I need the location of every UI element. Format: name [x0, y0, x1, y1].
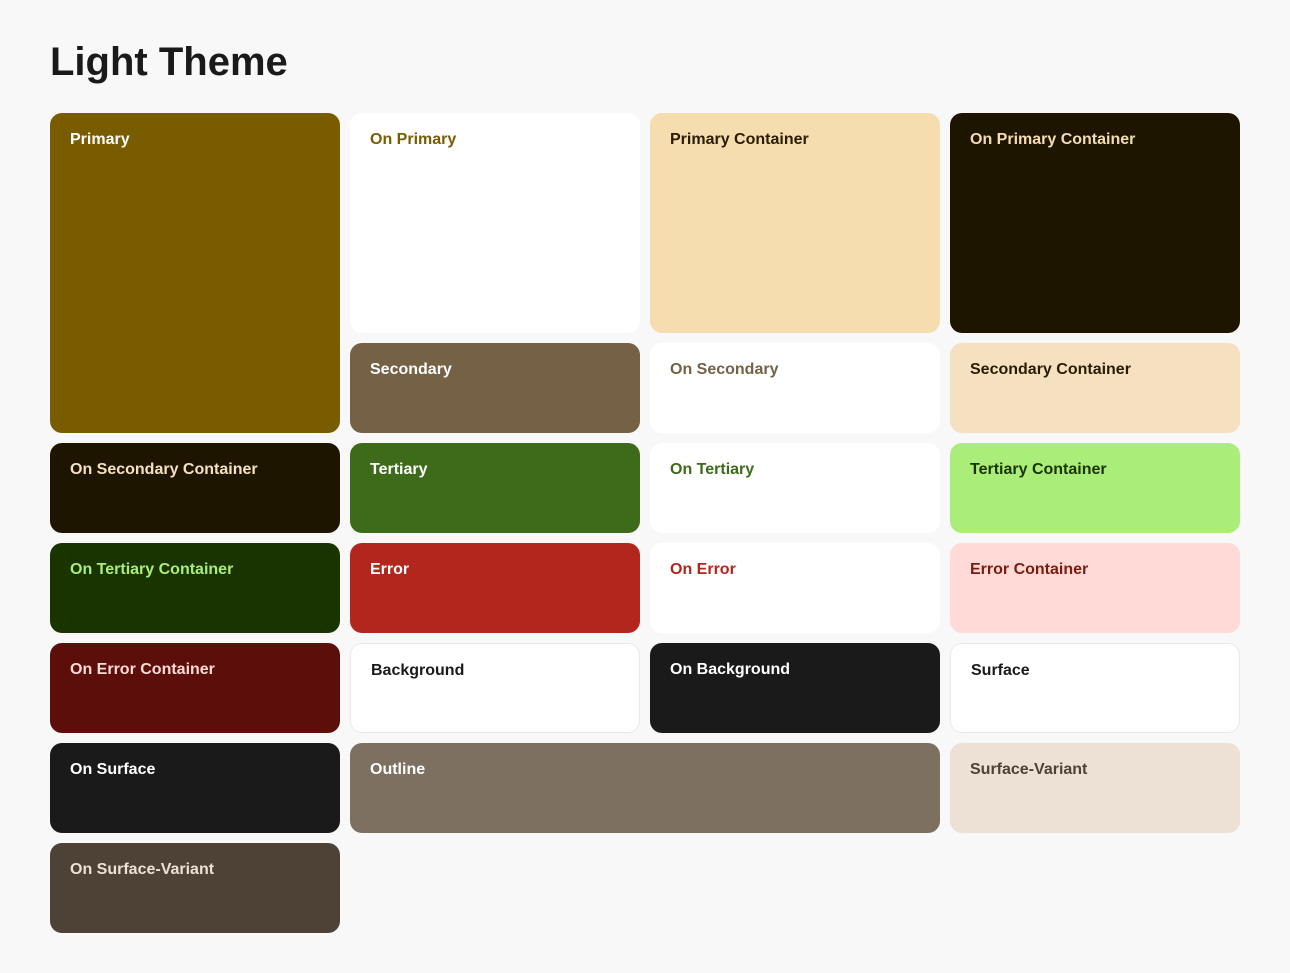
on-secondary-cell: On Secondary — [650, 343, 940, 433]
on-primary-container-cell: On Primary Container — [950, 113, 1240, 333]
on-tertiary-cell: On Tertiary — [650, 443, 940, 533]
on-surface-cell: On Surface — [50, 743, 340, 833]
background-cell: Background — [350, 643, 640, 733]
on-surface-variant-cell: On Surface-Variant — [50, 843, 340, 933]
page-title: Light Theme — [50, 40, 1240, 85]
tertiary-container-cell: Tertiary Container — [950, 443, 1240, 533]
surface-variant-cell: Surface-Variant — [950, 743, 1240, 833]
surface-cell: Surface — [950, 643, 1240, 733]
on-primary-cell: On Primary — [350, 113, 640, 333]
error-cell: Error — [350, 543, 640, 633]
secondary-container-cell: Secondary Container — [950, 343, 1240, 433]
tertiary-cell: Tertiary — [350, 443, 640, 533]
on-tertiary-container-cell: On Tertiary Container — [50, 543, 340, 633]
error-container-cell: Error Container — [950, 543, 1240, 633]
on-error-cell: On Error — [650, 543, 940, 633]
primary-cell: Primary — [50, 113, 340, 433]
color-grid: Primary On Primary Primary Container On … — [50, 113, 1240, 933]
on-error-container-cell: On Error Container — [50, 643, 340, 733]
on-background-cell: On Background — [650, 643, 940, 733]
on-secondary-container-cell: On Secondary Container — [50, 443, 340, 533]
outline-cell: Outline — [350, 743, 940, 833]
primary-container-cell: Primary Container — [650, 113, 940, 333]
secondary-cell: Secondary — [350, 343, 640, 433]
